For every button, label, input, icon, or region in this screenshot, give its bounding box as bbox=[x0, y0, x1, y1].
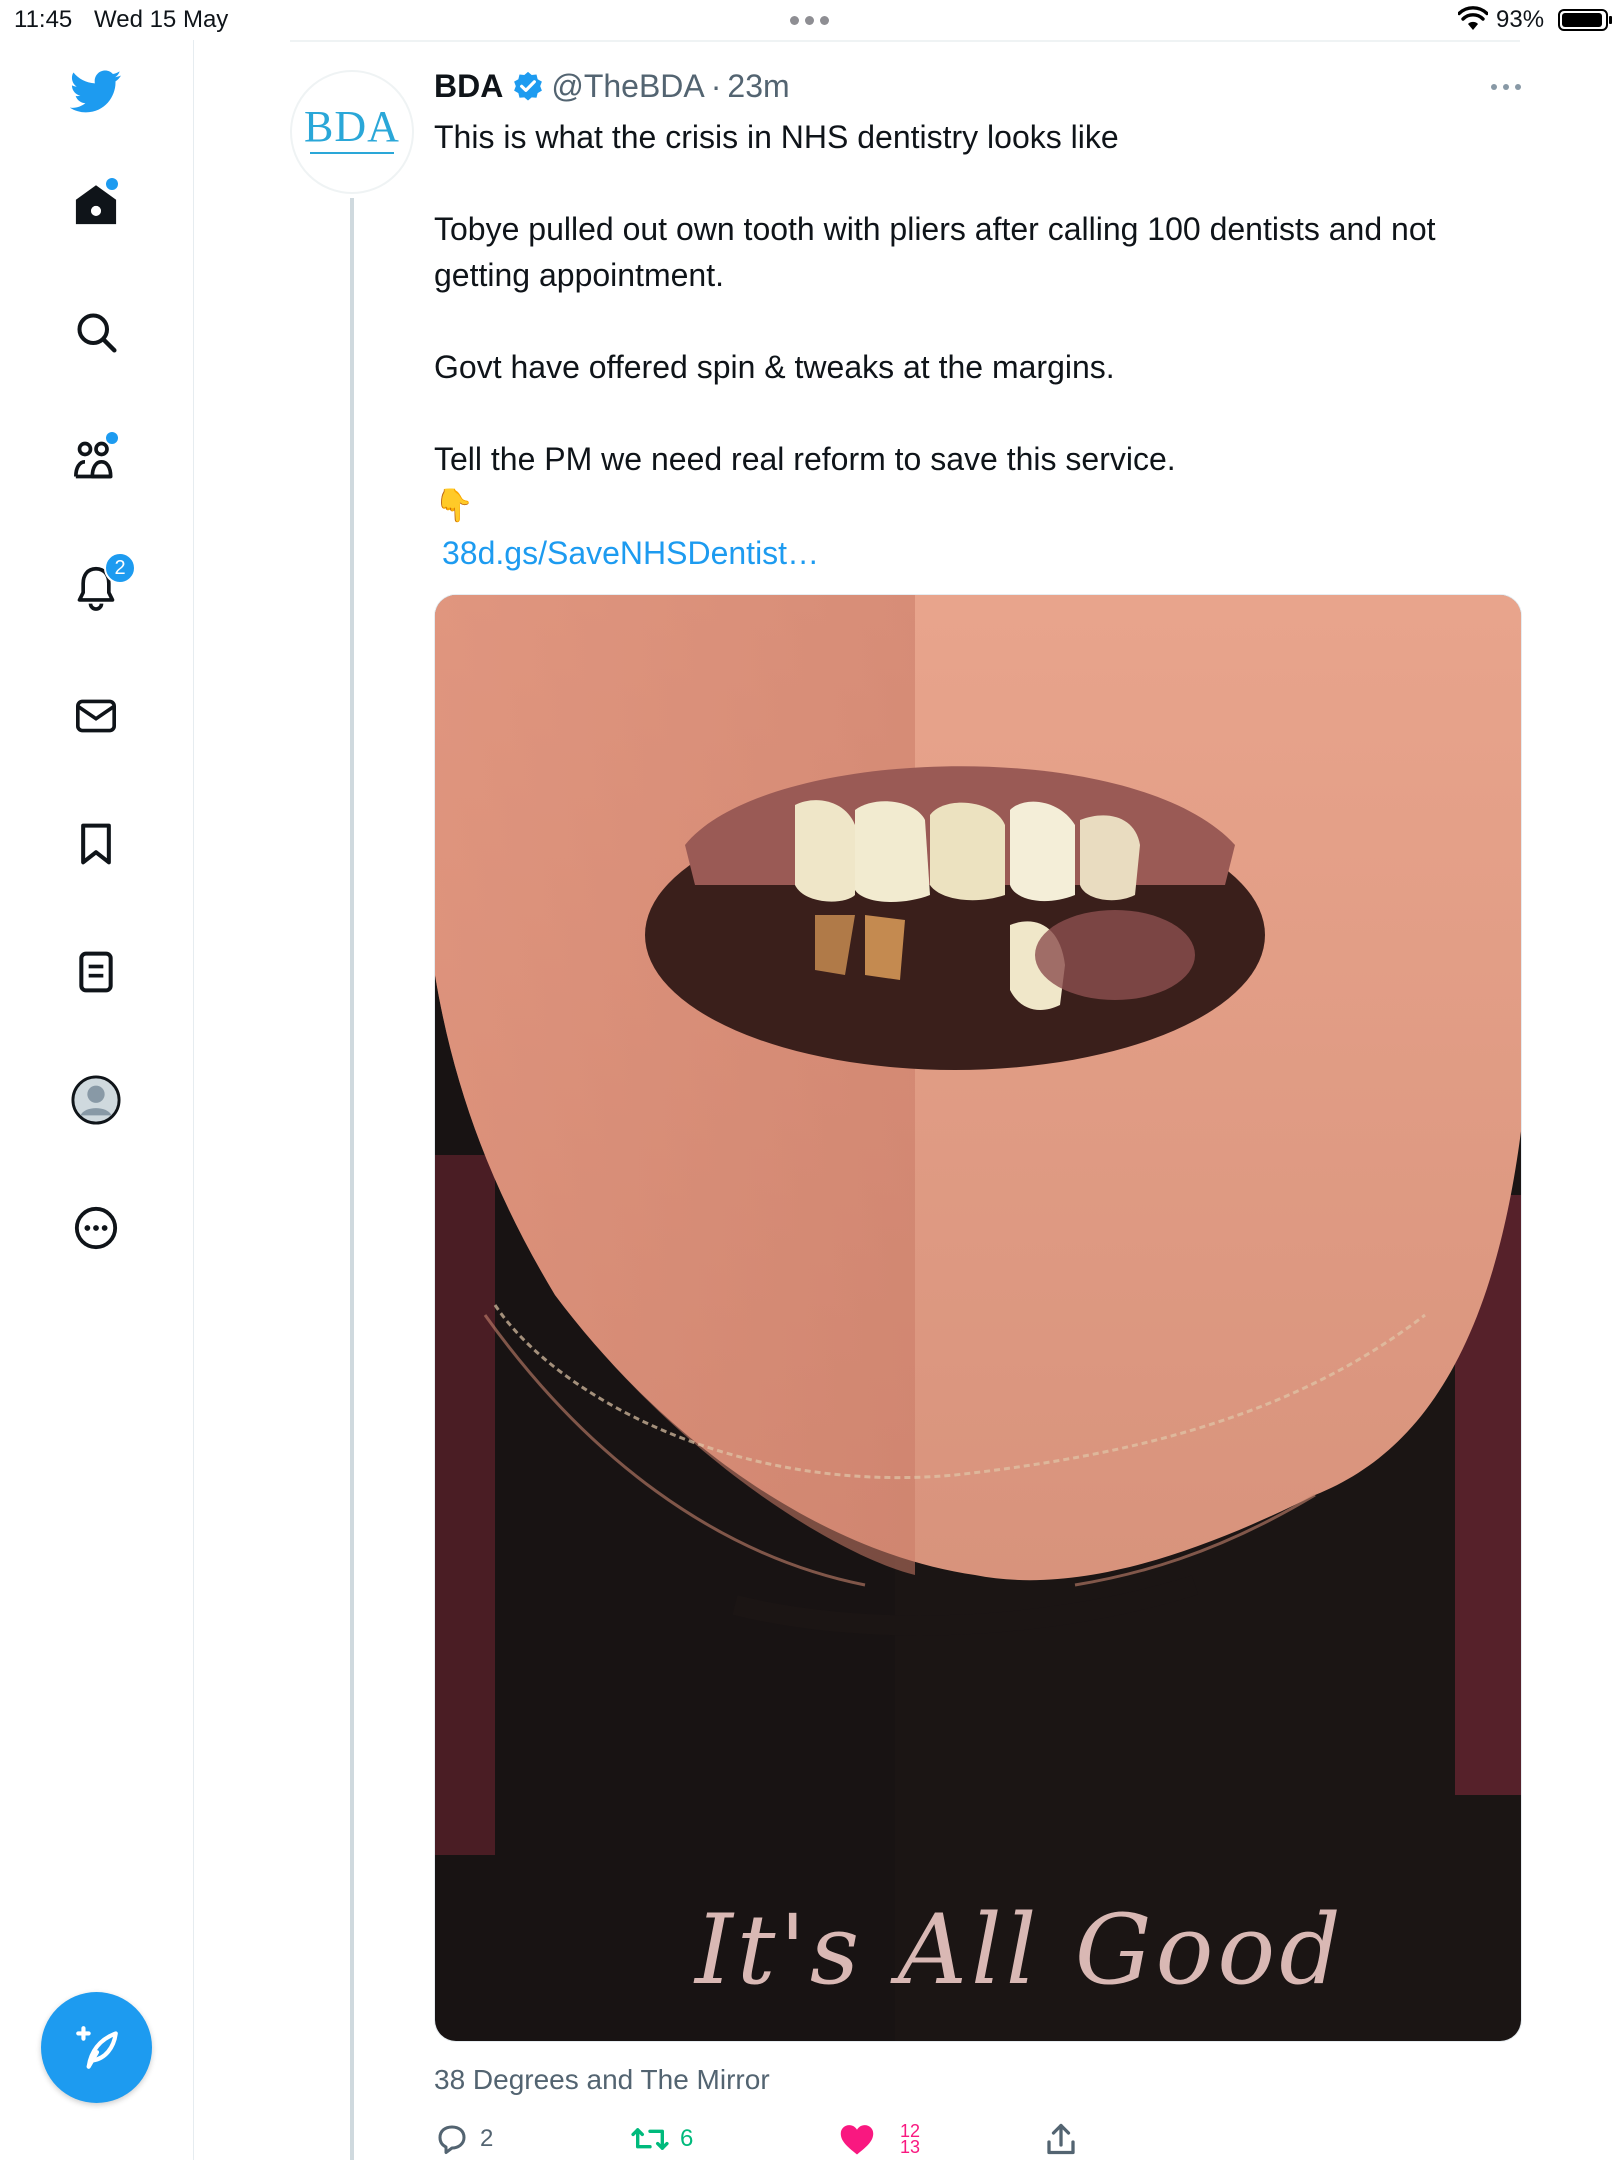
avatar-logo-underline bbox=[310, 151, 394, 160]
tweet-text-line: Tell the PM we need real reform to save … bbox=[434, 441, 1176, 477]
retweet-button[interactable]: 6 bbox=[630, 2118, 693, 2160]
tweet-link[interactable]: 38d.gs/SaveNHSDentist… bbox=[442, 530, 819, 576]
wifi-icon bbox=[1458, 6, 1488, 30]
tweet-timestamp[interactable]: 23m bbox=[727, 68, 789, 105]
tweet-more-button[interactable] bbox=[1486, 72, 1526, 102]
retweet-count: 6 bbox=[680, 2125, 694, 2152]
header-separator: · bbox=[710, 67, 722, 104]
tweet-text-line: Govt have offered spin & tweaks at the m… bbox=[434, 349, 1115, 385]
share-button[interactable] bbox=[1044, 2118, 1078, 2160]
reply-icon bbox=[438, 2125, 466, 2154]
retweet-icon bbox=[631, 2128, 669, 2150]
tweet-text-line: Tobye pulled out own tooth with pliers a… bbox=[434, 211, 1445, 293]
tweet-text: This is what the crisis in NHS dentistry… bbox=[434, 114, 1534, 528]
like-count-bottom: 13 bbox=[900, 2137, 921, 2157]
avatar-icon bbox=[71, 1075, 121, 1125]
tweet-media-image[interactable]: It's All Good bbox=[434, 594, 1522, 2042]
thread-line bbox=[350, 198, 354, 2160]
status-bar: 11:45 Wed 15 May 93% bbox=[0, 0, 1620, 40]
sidebar-item-communities[interactable] bbox=[56, 420, 136, 500]
battery-percent: 93% bbox=[1496, 6, 1545, 33]
media-caption: It's All Good bbox=[695, 1894, 1345, 2006]
notifications-badge: 2 bbox=[104, 552, 136, 584]
share-icon bbox=[1047, 2123, 1075, 2155]
sidebar-item-home[interactable] bbox=[56, 164, 136, 244]
bookmark-icon bbox=[81, 823, 111, 865]
communities-notification-dot bbox=[106, 432, 118, 444]
author-avatar[interactable]: BDA bbox=[290, 70, 414, 194]
list-icon bbox=[79, 951, 113, 993]
like-count-rolling: 12 13 bbox=[900, 2122, 921, 2157]
more-circle-icon bbox=[74, 1206, 118, 1250]
battery-icon bbox=[1558, 9, 1612, 31]
reply-count: 2 bbox=[480, 2125, 494, 2152]
sidebar: 2 bbox=[0, 40, 194, 2160]
twitter-logo-icon[interactable] bbox=[56, 52, 136, 132]
home-notification-dot bbox=[106, 178, 118, 190]
heart-filled-icon bbox=[840, 2125, 874, 2155]
search-icon bbox=[77, 313, 117, 353]
sidebar-item-bookmarks[interactable] bbox=[56, 804, 136, 884]
status-time: 11:45 bbox=[14, 6, 73, 33]
mail-icon bbox=[76, 699, 116, 733]
tweet-header: BDA @TheBDA · 23m bbox=[434, 64, 790, 108]
sidebar-item-lists[interactable] bbox=[56, 932, 136, 1012]
avatar-logo-text: BDA bbox=[304, 101, 400, 151]
communities-icon bbox=[74, 441, 113, 479]
photo-illustration bbox=[435, 595, 1521, 2041]
verified-badge-icon bbox=[514, 71, 543, 101]
tweet-actions: 2 6 12 13 bbox=[434, 2118, 1534, 2160]
sidebar-item-profile[interactable] bbox=[56, 1060, 136, 1140]
reply-button[interactable]: 2 bbox=[434, 2118, 493, 2160]
author-name[interactable]: BDA bbox=[434, 68, 503, 105]
tweet-text-line: This is what the crisis in NHS dentistry… bbox=[434, 119, 1119, 155]
compose-feather-icon bbox=[75, 2025, 118, 2069]
like-button[interactable]: 12 13 bbox=[838, 2118, 920, 2160]
pointing-down-emoji: 👇 bbox=[434, 487, 474, 523]
top-divider bbox=[290, 40, 1520, 42]
sidebar-item-messages[interactable] bbox=[56, 676, 136, 756]
media-source[interactable]: 38 Degrees and The Mirror bbox=[434, 2064, 770, 2096]
sidebar-item-notifications[interactable]: 2 bbox=[56, 548, 136, 628]
sidebar-item-more[interactable] bbox=[56, 1188, 136, 1268]
multitasking-dots-icon[interactable] bbox=[790, 8, 834, 32]
sidebar-item-search[interactable] bbox=[56, 292, 136, 372]
author-handle[interactable]: @TheBDA bbox=[551, 68, 704, 105]
status-date: Wed 15 May bbox=[94, 6, 229, 33]
compose-tweet-button[interactable] bbox=[41, 1992, 152, 2103]
